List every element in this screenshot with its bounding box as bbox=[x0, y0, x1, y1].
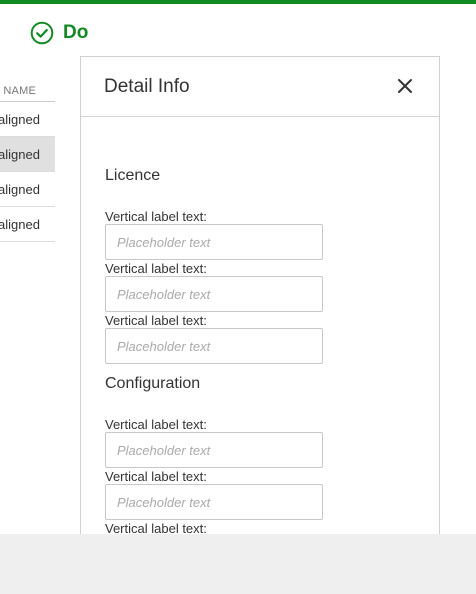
check-circle-icon bbox=[30, 21, 54, 45]
data-table: N NAME aligned aligned aligned aligned bbox=[0, 82, 55, 242]
licence-field-1-input[interactable] bbox=[105, 224, 323, 260]
detail-info-panel: Detail Info Licence Vertical label text:… bbox=[80, 56, 440, 534]
field-label: Vertical label text: bbox=[105, 209, 207, 224]
section-title-configuration: Configuration bbox=[105, 375, 201, 392]
section-title-licence: Licence bbox=[105, 167, 161, 184]
config-field-1-input[interactable] bbox=[105, 432, 323, 468]
close-icon[interactable] bbox=[395, 76, 415, 96]
field-label: Vertical label text: bbox=[105, 313, 207, 328]
table-header[interactable]: N NAME bbox=[0, 82, 55, 102]
table-row[interactable]: aligned bbox=[0, 207, 55, 242]
app-window: Do N NAME aligned aligned aligned aligne… bbox=[0, 0, 476, 534]
table-row[interactable]: aligned bbox=[0, 102, 55, 137]
table-cell: aligned bbox=[0, 111, 40, 127]
table-cell: aligned bbox=[0, 216, 40, 232]
licence-field-3-input[interactable] bbox=[105, 328, 323, 364]
top-accent-bar bbox=[0, 0, 476, 4]
status-indicator: Do bbox=[30, 20, 88, 46]
field-label: Vertical label text: bbox=[105, 261, 207, 276]
table-row-selected[interactable]: aligned bbox=[0, 137, 55, 172]
config-field-2-input[interactable] bbox=[105, 484, 323, 520]
table-cell: aligned bbox=[0, 181, 40, 197]
column-header-name: N NAME bbox=[0, 85, 36, 97]
field-label: Vertical label text: bbox=[105, 521, 207, 534]
field-label: Vertical label text: bbox=[105, 469, 207, 484]
table-cell: aligned bbox=[0, 146, 40, 162]
table-row[interactable]: aligned bbox=[0, 172, 55, 207]
licence-field-2-input[interactable] bbox=[105, 276, 323, 312]
panel-header: Detail Info bbox=[81, 57, 439, 117]
status-label: Do bbox=[63, 22, 89, 43]
field-label: Vertical label text: bbox=[105, 417, 207, 432]
panel-title: Detail Info bbox=[104, 75, 190, 97]
